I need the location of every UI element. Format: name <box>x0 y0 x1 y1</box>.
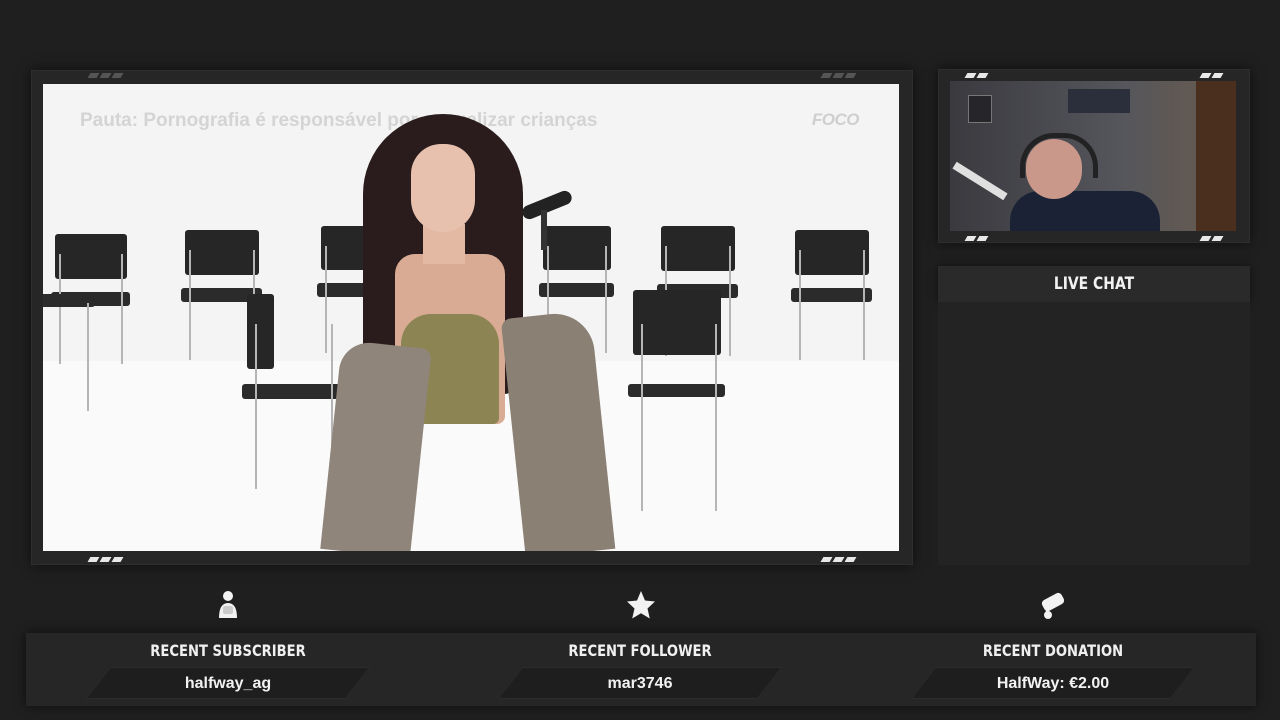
chair <box>790 230 872 360</box>
frame-corner-marks <box>964 73 989 78</box>
live-chat-panel[interactable] <box>938 302 1250 565</box>
chair <box>43 294 96 411</box>
webcam-frame <box>938 69 1250 243</box>
frame-corner-marks <box>964 236 989 241</box>
frame-corner-marks <box>1199 236 1224 241</box>
live-chat-header: LIVE CHAT <box>938 266 1250 302</box>
recent-donation-value: HalfWay: €2.00 <box>996 675 1110 692</box>
webcam-feed[interactable] <box>950 81 1236 231</box>
star-icon <box>627 591 655 619</box>
guest-person <box>320 114 623 551</box>
recent-donation-panel: RECENT DONATION HalfWay: €2.00 <box>903 633 1203 706</box>
recent-subscriber-value: halfway_ag <box>184 675 272 692</box>
chair <box>627 290 725 511</box>
recent-subscriber-label: RECENT SUBSCRIBER <box>150 641 306 660</box>
frame-corner-marks <box>820 557 857 562</box>
live-chat-title: LIVE CHAT <box>1053 274 1135 294</box>
show-logo: FOCO <box>811 110 860 129</box>
frame-corner-marks <box>87 557 124 562</box>
frame-corner-marks <box>1199 73 1224 78</box>
donation-icon <box>1041 592 1065 619</box>
frame-corner-marks <box>87 73 124 78</box>
main-video-screen[interactable]: Pauta: Pornografia é responsável por sex… <box>43 84 899 551</box>
stats-bar: RECENT SUBSCRIBER halfway_ag RECENT FOLL… <box>26 633 1256 706</box>
recent-follower-label: RECENT FOLLOWER <box>568 641 712 660</box>
subscriber-icon <box>219 591 237 618</box>
main-video-frame: Pauta: Pornografia é responsável por sex… <box>31 70 913 565</box>
recent-follower-panel: RECENT FOLLOWER mar3746 <box>490 633 790 706</box>
recent-subscriber-panel: RECENT SUBSCRIBER halfway_ag <box>78 633 378 706</box>
frame-corner-marks <box>820 73 857 78</box>
recent-donation-label: RECENT DONATION <box>982 641 1124 660</box>
recent-follower-value: mar3746 <box>607 675 673 692</box>
